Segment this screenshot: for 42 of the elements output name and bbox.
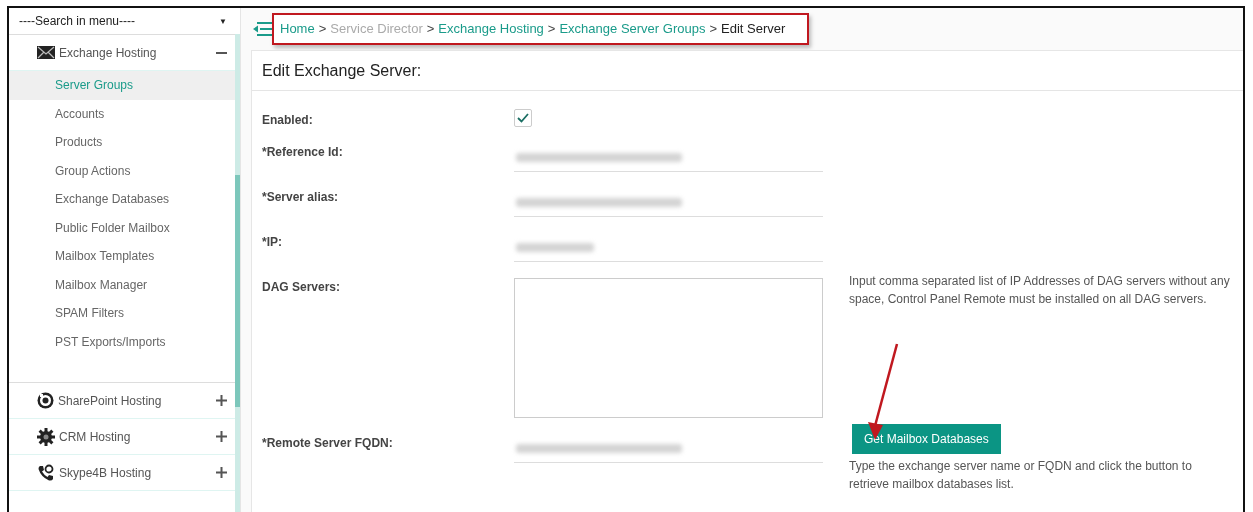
get-mailbox-databases-button[interactable]: Get Mailbox Databases (852, 424, 1001, 454)
expand-icon[interactable] (216, 467, 227, 478)
menu-group[interactable]: SharePoint Hosting (9, 383, 235, 419)
breadcrumb-item: Service Director (330, 21, 423, 36)
breadcrumb-separator: > (426, 21, 435, 36)
envelope-icon (37, 46, 55, 59)
menu-item[interactable]: Public Folder Mailbox (9, 213, 235, 242)
menu-item[interactable]: Accounts (9, 99, 235, 128)
menu-item[interactable]: SPAM Filters (9, 299, 235, 328)
phone-icon (37, 463, 55, 482)
breadcrumb-item[interactable]: Exchange Hosting (438, 21, 544, 36)
breadcrumb-item[interactable]: Exchange Server Groups (559, 21, 706, 36)
breadcrumb-separator: > (318, 21, 327, 36)
breadcrumb-item: Edit Server (721, 21, 786, 36)
expand-icon[interactable] (216, 431, 227, 442)
collapse-icon[interactable] (216, 51, 227, 54)
field-label: *Remote Server FQDN: (262, 435, 394, 450)
field-label: *Reference Id: (262, 144, 344, 159)
menu-item[interactable]: Mailbox Manager (9, 270, 235, 299)
breadcrumb-separator: > (547, 21, 556, 36)
gear-icon (37, 427, 55, 446)
field-label: *Server alias: (262, 189, 340, 204)
menu-group[interactable]: CRM Hosting (9, 419, 235, 455)
enabled-checkbox[interactable] (514, 109, 532, 127)
expand-icon[interactable] (216, 395, 227, 406)
menu-group[interactable]: Skype4B Hosting (9, 455, 235, 491)
field-label: Enabled: (262, 112, 314, 127)
breadcrumb-item[interactable]: Home (280, 21, 315, 36)
help-text: Type the exchange server name or FQDN and click the button to retrieve mailbox databases list. (849, 458, 1193, 493)
breadcrumb-separator: > (709, 21, 717, 36)
form-title: Edit Exchange Server: (252, 51, 1243, 91)
menu-item[interactable]: Group Actions (9, 156, 235, 185)
circle-arrows-icon (37, 392, 54, 409)
help-text: Input comma separated list of IP Addresses of DAG servers without any space, Control Panel Remote must be installed on all DAG servers. (849, 273, 1231, 308)
menu-item[interactable]: PST Exports/Imports (9, 327, 235, 356)
menu-item[interactable]: Products (9, 128, 235, 157)
menu-item[interactable]: Mailbox Templates (9, 242, 235, 271)
menu-item[interactable]: Exchange Databases (9, 185, 235, 214)
field-label: *IP: (262, 234, 283, 249)
scrollbar[interactable] (235, 34, 240, 512)
menu-collapse-icon[interactable] (253, 22, 272, 36)
field-label: DAG Servers: (262, 279, 342, 294)
